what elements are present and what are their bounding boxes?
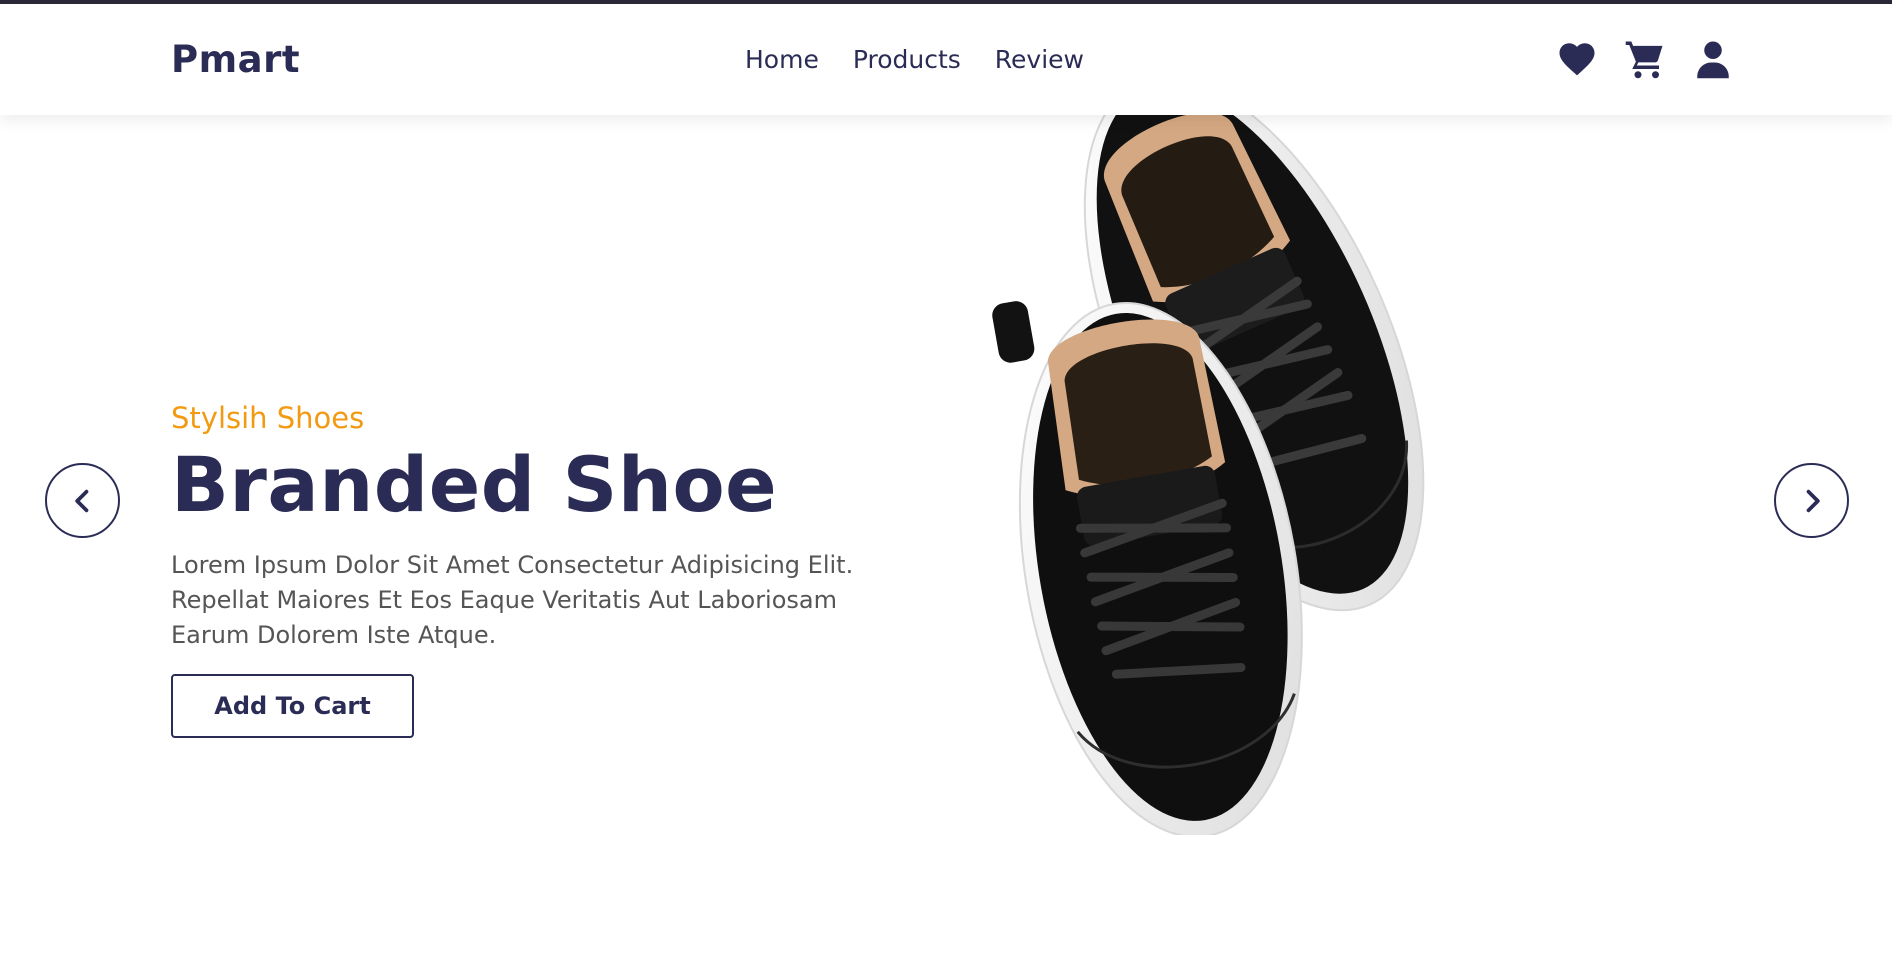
hero-description: Lorem Ipsum Dolor Sit Amet Consectetur A… — [171, 551, 854, 649]
next-slide-button[interactable] — [1774, 463, 1849, 538]
chevron-left-icon — [74, 489, 88, 512]
hero-slider: Stylsih Shoes Branded Shoe Lorem Ipsum D… — [0, 115, 1892, 962]
nav-review-link[interactable]: Review — [995, 45, 1084, 74]
nav-home-link[interactable]: Home — [745, 45, 819, 74]
prev-slide-button[interactable] — [45, 463, 120, 538]
heart-icon[interactable] — [1555, 37, 1598, 80]
navbar: Pmart Home Products Review — [0, 4, 1892, 115]
chevron-right-icon — [1806, 489, 1820, 512]
black-sneakers-image — [992, 115, 1425, 835]
cart-icon[interactable] — [1623, 37, 1666, 80]
user-icon[interactable] — [1691, 37, 1734, 80]
logo[interactable]: Pmart — [171, 38, 300, 81]
hero-subtitle: Stylsih Shoes — [171, 401, 365, 435]
hero-title: Branded Shoe — [171, 440, 778, 529]
add-to-cart-button[interactable]: Add To Cart — [171, 674, 414, 738]
header-actions — [1555, 37, 1734, 80]
nav-products-link[interactable]: Products — [853, 45, 961, 74]
main-nav: Home Products Review — [745, 45, 1084, 74]
